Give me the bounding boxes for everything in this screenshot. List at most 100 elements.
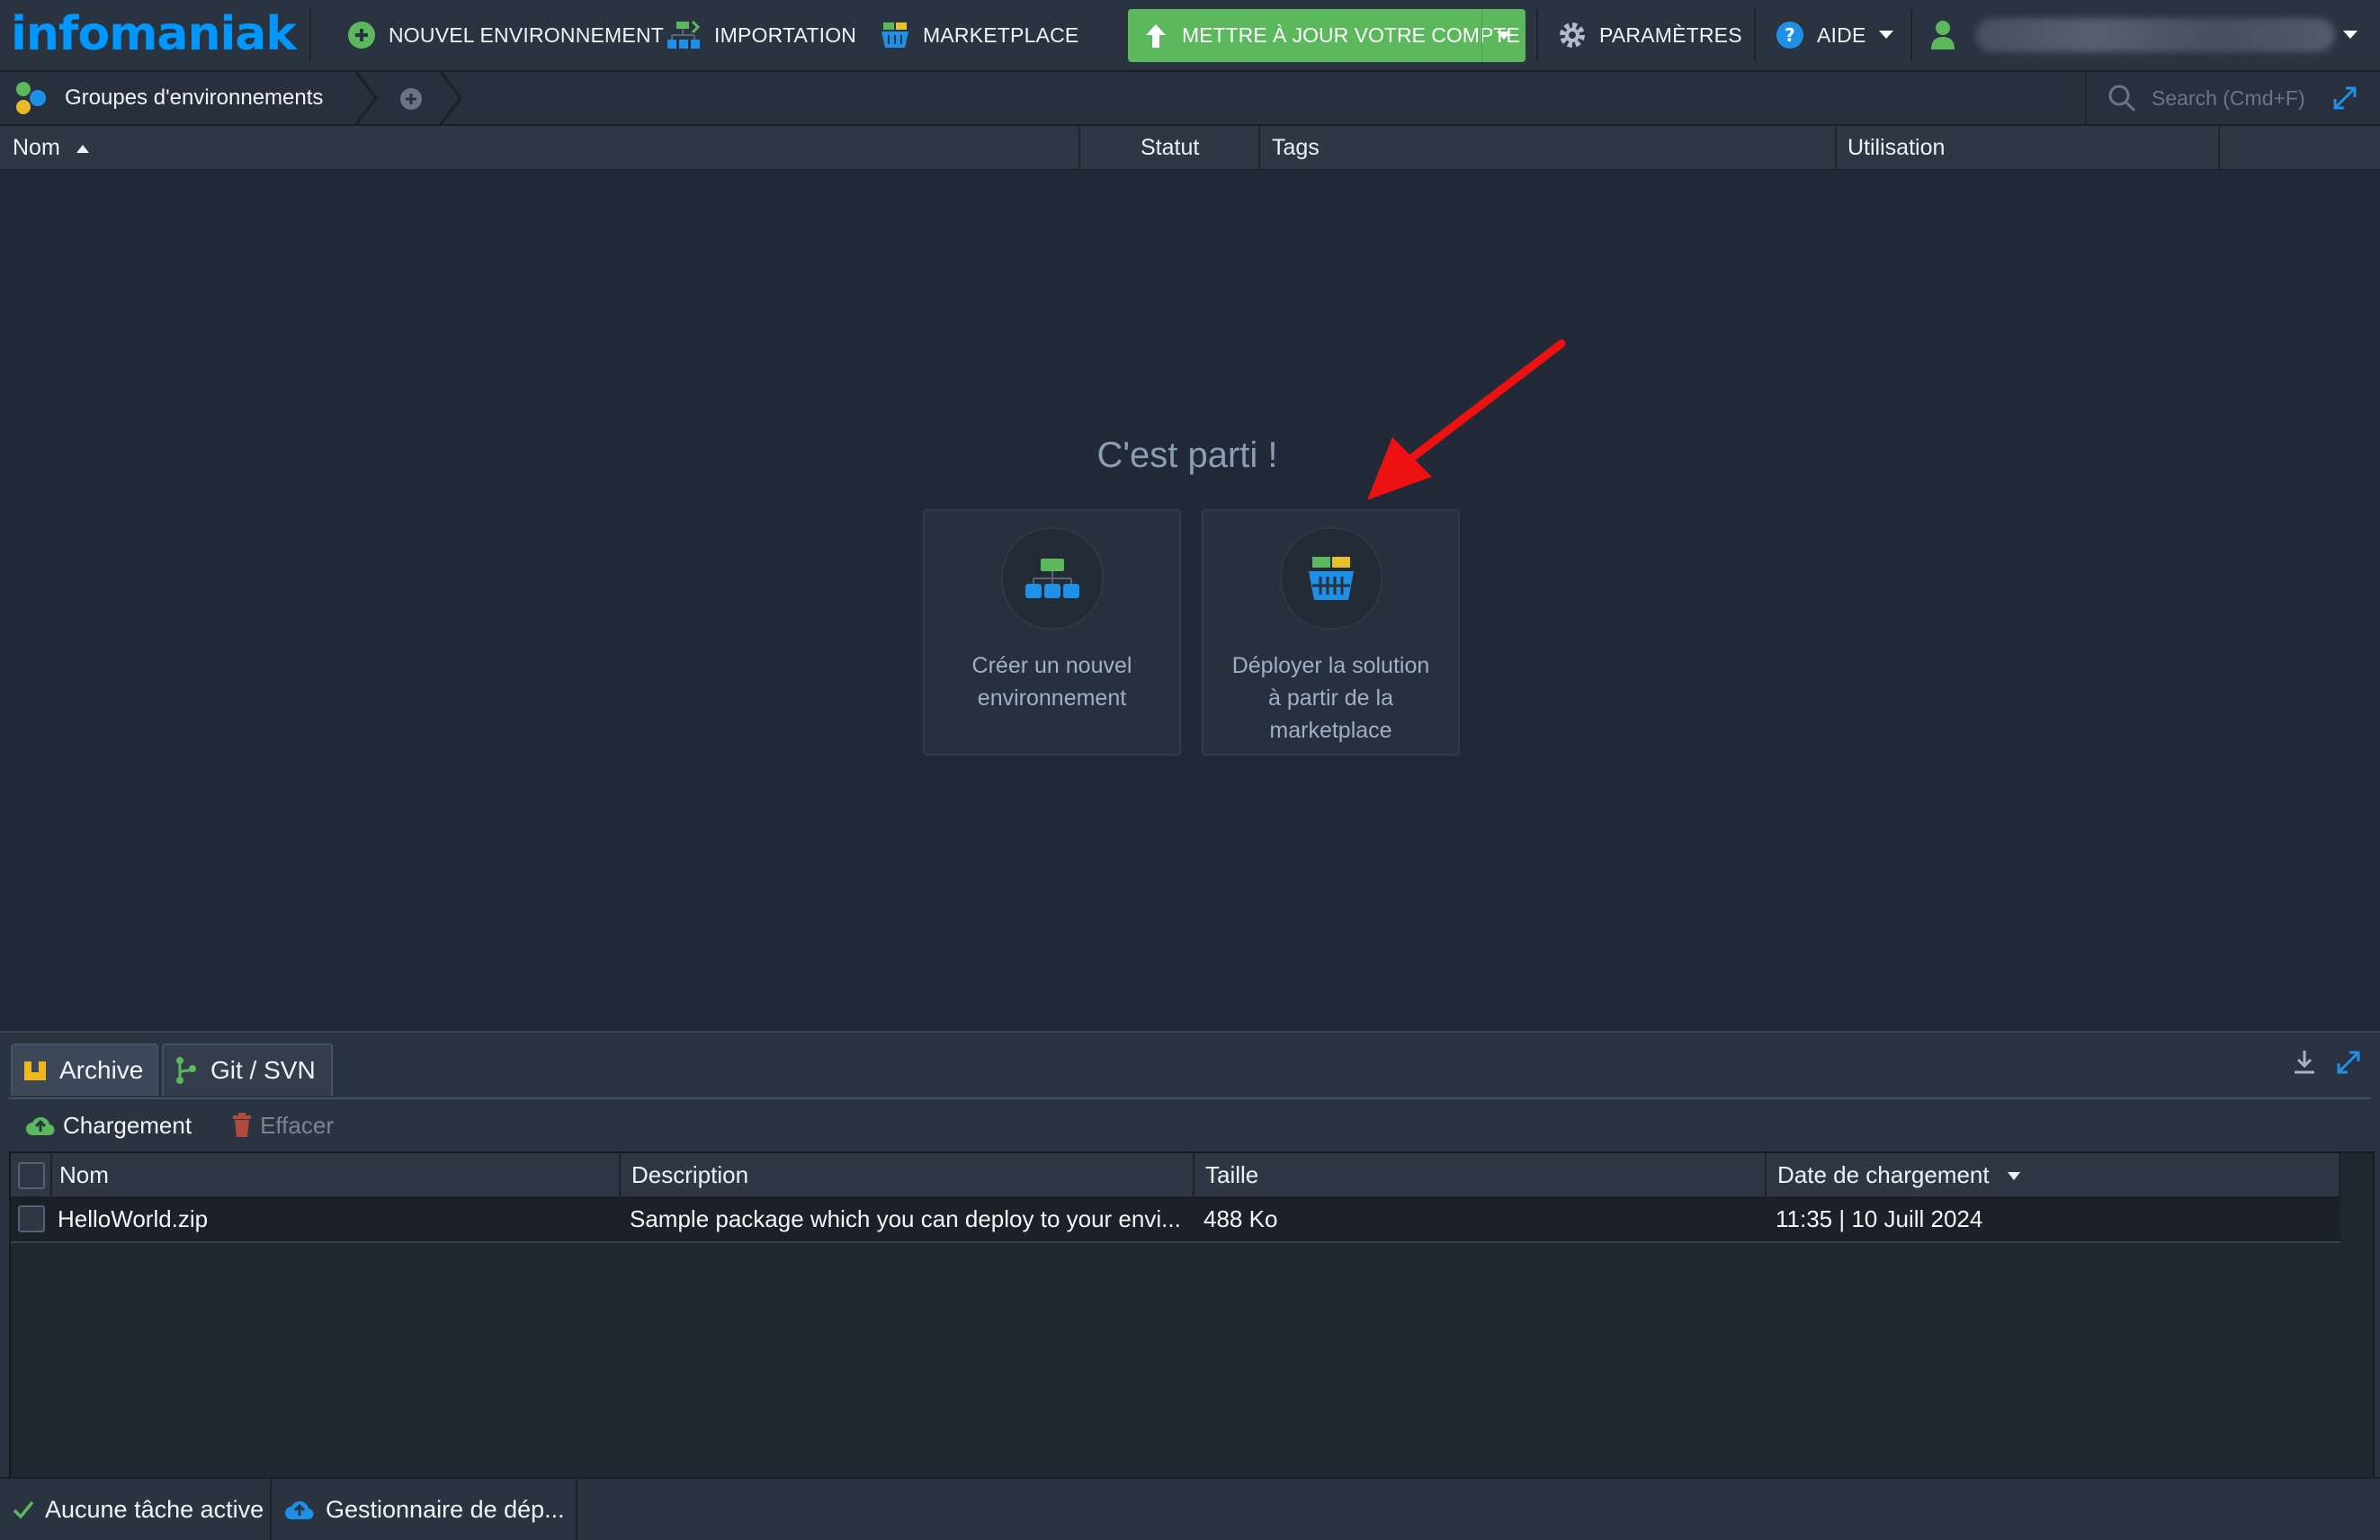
trash-icon bbox=[233, 1113, 252, 1137]
file-column-size-header[interactable]: Taille bbox=[1205, 1153, 1258, 1196]
select-all-checkbox[interactable] bbox=[18, 1162, 45, 1189]
empty-state-title: C'est parti ! bbox=[1096, 435, 1278, 475]
import-icon bbox=[667, 20, 701, 49]
plus-circle-icon bbox=[348, 22, 375, 49]
create-environment-icon-circle bbox=[1001, 527, 1104, 630]
column-status-header[interactable]: Statut bbox=[1141, 126, 1199, 169]
upgrade-account-button[interactable]: METTRE À JOUR VOTRE COMPTE bbox=[1128, 9, 1526, 62]
user-email-redacted[interactable] bbox=[1975, 18, 2335, 52]
archive-toolbar: Chargement Effacer bbox=[9, 1097, 2371, 1151]
new-environment-button[interactable]: NOUVEL ENVIRONNEMENT bbox=[347, 0, 664, 70]
red-arrow-annotation bbox=[1367, 339, 1566, 500]
column-separator bbox=[2218, 126, 2220, 169]
deployment-manager-button[interactable]: Gestionnaire de dép... bbox=[284, 1479, 565, 1540]
toolbar-separator bbox=[309, 9, 311, 61]
user-icon bbox=[1931, 21, 1955, 49]
file-column-name-header[interactable]: Nom bbox=[59, 1153, 109, 1196]
deployment-manager-label: Gestionnaire de dép... bbox=[326, 1495, 565, 1523]
new-environment-label: NOUVEL ENVIRONNEMENT bbox=[389, 22, 665, 47]
deployment-manager-panel: Archive Git / SVN Chargement Effacer Nom… bbox=[0, 1031, 2380, 1482]
file-column-description-header[interactable]: Description bbox=[631, 1153, 748, 1196]
toolbar-separator bbox=[1910, 9, 1912, 61]
checkmark-icon bbox=[13, 1500, 34, 1519]
create-card-line-1: Créer un nouvel bbox=[971, 653, 1132, 678]
add-group-icon[interactable] bbox=[399, 87, 423, 111]
status-separator bbox=[576, 1479, 577, 1540]
table-row[interactable]: HelloWorld.zip Sample package which you … bbox=[11, 1196, 2340, 1243]
upgrade-dropdown-toggle[interactable] bbox=[1481, 9, 1526, 62]
breadcrumb-bar: Groupes d'environnements Search (Cmd+F) bbox=[0, 72, 2380, 126]
column-separator bbox=[1835, 126, 1837, 169]
file-column-date-label: Date de chargement bbox=[1777, 1161, 1990, 1188]
column-separator bbox=[1258, 126, 1260, 169]
deploy-marketplace-card[interactable]: Déployer la solution à partir de la mark… bbox=[1202, 509, 1460, 756]
file-column-date-header[interactable]: Date de chargement bbox=[1777, 1153, 2021, 1196]
file-grid-header: Nom Description Taille Date de chargemen… bbox=[11, 1153, 2340, 1196]
svg-text:?: ? bbox=[1785, 24, 1795, 46]
help-icon: ? bbox=[1776, 22, 1803, 49]
settings-label: PARAMÈTRES bbox=[1599, 22, 1742, 47]
environment-topology-icon bbox=[1025, 559, 1079, 598]
sort-descending-icon bbox=[2007, 1172, 2020, 1181]
import-label: IMPORTATION bbox=[714, 22, 857, 47]
upload-label: Chargement bbox=[63, 1111, 192, 1139]
deploy-card-line-3: marketplace bbox=[1269, 718, 1392, 743]
panel-icons bbox=[2292, 1049, 2362, 1076]
expand-icon[interactable] bbox=[2335, 1049, 2362, 1076]
basket-icon bbox=[881, 22, 908, 48]
arrow-up-icon bbox=[1146, 23, 1166, 48]
upload-button[interactable]: Chargement bbox=[25, 1112, 192, 1140]
toolbar-separator bbox=[1754, 9, 1756, 61]
toolbar-separator bbox=[1536, 9, 1538, 61]
search-placeholder: Search (Cmd+F) bbox=[2152, 85, 2305, 110]
column-name-header[interactable]: Nom bbox=[13, 126, 90, 169]
infomaniak-logo[interactable]: infomaniak bbox=[11, 5, 297, 63]
column-separator bbox=[1765, 1153, 1767, 1196]
marketplace-button[interactable]: MARKETPLACE bbox=[880, 0, 1078, 70]
environment-groups-label: Groupes d'environnements bbox=[65, 85, 324, 110]
archive-icon bbox=[24, 1061, 46, 1080]
tab-archive-label: Archive bbox=[59, 1056, 144, 1084]
column-separator bbox=[2339, 1153, 2340, 1196]
caret-down-icon[interactable] bbox=[2342, 30, 2358, 40]
basket-icon bbox=[1309, 557, 1354, 600]
search-input[interactable]: Search (Cmd+F) bbox=[2085, 72, 2328, 124]
tab-git-svn-label: Git / SVN bbox=[210, 1056, 316, 1084]
marketplace-label: MARKETPLACE bbox=[923, 22, 1079, 47]
caret-down-icon bbox=[1879, 31, 1894, 39]
breadcrumb-separator bbox=[354, 72, 378, 124]
settings-button[interactable]: PARAMÈTRES bbox=[1558, 0, 1742, 70]
create-environment-card[interactable]: Créer un nouvel environnement bbox=[923, 509, 1181, 756]
gear-icon bbox=[1560, 22, 1585, 48]
expand-icon[interactable] bbox=[2331, 85, 2358, 112]
row-checkbox[interactable] bbox=[18, 1205, 45, 1232]
top-toolbar: infomaniak NOUVEL ENVIRONNEMENT IMPORTAT… bbox=[0, 0, 2380, 72]
help-button[interactable]: ? AIDE bbox=[1776, 0, 1907, 70]
cloud-upload-icon bbox=[285, 1500, 314, 1520]
column-separator bbox=[619, 1153, 621, 1196]
create-environment-card-label: Créer un nouvel environnement bbox=[934, 649, 1170, 714]
file-size-cell: 488 Ko bbox=[1203, 1205, 1278, 1232]
task-status[interactable]: Aucune tâche active bbox=[13, 1479, 264, 1540]
column-separator bbox=[1078, 126, 1080, 169]
column-tags-header[interactable]: Tags bbox=[1272, 126, 1320, 169]
deploy-card-line-2: à partir de la bbox=[1268, 685, 1393, 711]
column-name-label: Nom bbox=[13, 135, 60, 160]
caret-down-icon bbox=[1497, 31, 1511, 40]
sort-ascending-icon bbox=[76, 145, 89, 154]
environments-grid-header: Nom Statut Tags Utilisation bbox=[0, 126, 2380, 170]
archive-file-grid: Nom Description Taille Date de chargemen… bbox=[9, 1151, 2375, 1482]
tab-archive[interactable]: Archive bbox=[11, 1043, 158, 1096]
cloud-upload-icon bbox=[26, 1116, 55, 1136]
download-icon[interactable] bbox=[2292, 1049, 2317, 1076]
file-description-cell: Sample package which you can deploy to y… bbox=[630, 1205, 1181, 1232]
delete-button[interactable]: Effacer bbox=[231, 1112, 334, 1140]
file-name-cell: HelloWorld.zip bbox=[58, 1205, 209, 1232]
env-groups-icon bbox=[16, 82, 46, 114]
environment-groups-crumb[interactable]: Groupes d'environnements bbox=[13, 72, 323, 124]
upgrade-account-label: METTRE À JOUR VOTRE COMPTE bbox=[1182, 23, 1520, 47]
user-menu-button[interactable] bbox=[1930, 0, 1968, 70]
column-usage-header[interactable]: Utilisation bbox=[1848, 126, 1945, 169]
import-button[interactable]: IMPORTATION bbox=[666, 0, 856, 70]
tab-git-svn[interactable]: Git / SVN bbox=[162, 1043, 333, 1096]
